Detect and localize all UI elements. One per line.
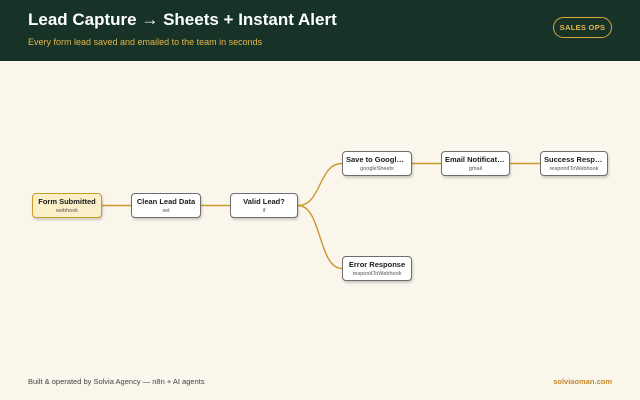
node-save-to-google-sheets[interactable]: Save to Google Sheets googleSheets — [342, 151, 412, 176]
node-type: googleSheets — [360, 166, 394, 172]
node-name: Clean Lead Data — [136, 197, 196, 206]
node-name: Valid Lead? — [243, 197, 285, 206]
node-form-submitted[interactable]: Form Submitted webhook — [32, 193, 102, 218]
node-valid-lead[interactable]: Valid Lead? if — [230, 193, 298, 218]
node-type: respondToWebhook — [352, 271, 402, 277]
node-name: Form Submitted — [38, 197, 96, 206]
node-type: set — [162, 208, 170, 214]
node-type: gmail — [468, 166, 483, 172]
footer-website-link[interactable]: solviaoman.com — [553, 377, 612, 386]
node-type: respondToWebhook — [549, 166, 599, 172]
node-name: Success Response — [544, 155, 607, 164]
node-name: Error Response — [348, 260, 406, 269]
footer-credit: Built & operated by Solvia Agency — n8n … — [28, 377, 205, 386]
node-clean-lead-data[interactable]: Clean Lead Data set — [131, 193, 201, 218]
node-success-response[interactable]: Success Response respondToWebhook — [540, 151, 608, 176]
edge-valid-lead-to-error-response — [297, 204, 343, 270]
node-error-response[interactable]: Error Response respondToWebhook — [342, 256, 412, 281]
edge-valid-lead-to-save-to-sheets — [297, 162, 343, 207]
node-email-notification[interactable]: Email Notification gmail — [441, 151, 510, 176]
node-name: Email Notification — [445, 155, 509, 164]
node-name: Save to Google Sheets — [346, 155, 411, 164]
node-type: if — [262, 208, 266, 214]
node-type: webhook — [55, 208, 79, 214]
